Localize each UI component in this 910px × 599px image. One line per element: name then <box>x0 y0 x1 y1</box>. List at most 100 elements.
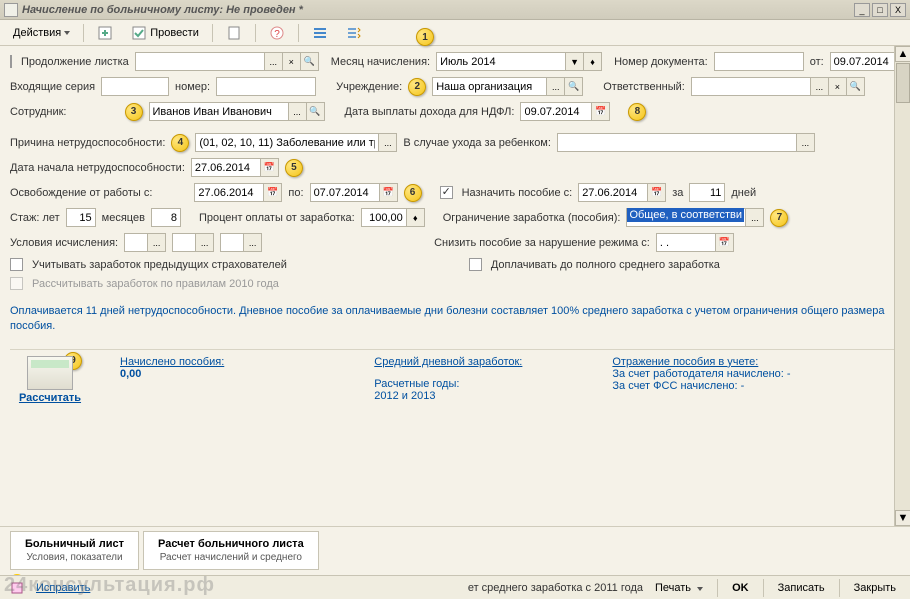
docdate-input[interactable] <box>830 52 898 71</box>
assign-for-label: за <box>672 187 683 199</box>
select-button[interactable]: ... <box>379 133 397 152</box>
spinner-button[interactable]: ♦ <box>584 52 602 71</box>
ndfl-date-input[interactable] <box>520 102 592 121</box>
continuation-input[interactable] <box>135 52 265 71</box>
separator <box>717 579 718 597</box>
search-button[interactable]: 🔍 <box>301 52 319 71</box>
release-to-input[interactable] <box>310 183 380 202</box>
select-button[interactable]: ... <box>547 77 565 96</box>
responsible-input[interactable] <box>691 77 811 96</box>
select-button[interactable]: ... <box>811 77 829 96</box>
select-button[interactable]: ... <box>148 233 166 252</box>
save-button[interactable]: Записать <box>774 580 829 596</box>
release-from-input[interactable] <box>194 183 264 202</box>
calc-years-label: Расчетные годы: <box>374 378 522 390</box>
statusbar: Исправить ет среднего заработка с 2011 г… <box>0 575 910 599</box>
calculate-button[interactable]: 9 Рассчитать <box>10 356 90 404</box>
childcare-input[interactable] <box>557 133 797 152</box>
info-text: Оплачивается 11 дней нетрудоспособности.… <box>10 304 900 335</box>
childcare-label: В случае ухода за ребенком: <box>403 137 551 149</box>
maximize-button[interactable]: □ <box>872 3 888 17</box>
plus-icon <box>97 25 113 41</box>
cause-input[interactable] <box>195 133 379 152</box>
window-title: Начисление по больничному листу: Не пров… <box>22 4 854 16</box>
summary-panel: 9 Рассчитать Начислено пособия: 0,00 Сре… <box>10 349 900 410</box>
fss-accrued: За счет ФСС начислено: - <box>612 380 790 392</box>
report-icon-button[interactable] <box>219 23 249 43</box>
calendar-button[interactable]: 📅 <box>716 233 734 252</box>
calendar-button[interactable]: 📅 <box>261 158 279 177</box>
disability-start-input[interactable] <box>191 158 261 177</box>
continuation-label: Продолжение листка <box>21 56 129 68</box>
select-button[interactable]: ... <box>244 233 262 252</box>
incoming-series-input[interactable] <box>101 77 169 96</box>
edit-button[interactable]: Исправить <box>32 580 94 596</box>
continuation-checkbox[interactable] <box>10 55 12 68</box>
incoming-num-input[interactable] <box>216 77 316 96</box>
spinner-button[interactable]: ♦ <box>407 208 425 227</box>
month-input[interactable] <box>436 52 566 71</box>
clear-button[interactable]: × <box>829 77 847 96</box>
org-input[interactable] <box>432 77 547 96</box>
print-button[interactable]: Печать <box>651 580 707 596</box>
report-icon <box>226 25 242 41</box>
clear-button[interactable]: × <box>283 52 301 71</box>
accrued-link[interactable]: Начислено пособия: <box>120 356 224 368</box>
tab-calculation[interactable]: Расчет больничного листа Расчет начислен… <box>143 531 319 570</box>
list-icon-button[interactable] <box>305 23 335 43</box>
docnum-input[interactable] <box>714 52 804 71</box>
actions-menu[interactable]: Действия <box>6 23 77 43</box>
select-button[interactable]: ... <box>797 133 815 152</box>
search-button[interactable]: 🔍 <box>847 77 865 96</box>
search-button[interactable]: 🔍 <box>565 77 583 96</box>
calendar-button[interactable]: 📅 <box>380 183 398 202</box>
chevron-down-icon <box>64 31 70 35</box>
post-button[interactable]: Провести <box>124 23 206 43</box>
select-button[interactable]: ... <box>746 208 764 227</box>
employee-input[interactable] <box>149 102 289 121</box>
exp-years-input[interactable] <box>66 208 96 227</box>
search-button[interactable]: 🔍 <box>307 102 325 121</box>
exp-months-input[interactable] <box>151 208 181 227</box>
post-label: Провести <box>150 27 199 39</box>
calendar-button[interactable]: 📅 <box>592 102 610 121</box>
minimize-button[interactable]: _ <box>854 3 870 17</box>
close-button[interactable]: Закрыть <box>850 580 900 596</box>
new-icon-button[interactable] <box>90 23 120 43</box>
select-button[interactable]: ... <box>289 102 307 121</box>
assign-days-unit: дней <box>731 187 756 199</box>
rules2010-checkbox <box>10 277 23 290</box>
dropdown-button[interactable]: ▼ <box>566 52 584 71</box>
calendar-button[interactable]: 📅 <box>648 183 666 202</box>
assign-benefit-checkbox[interactable] <box>440 186 453 199</box>
ok-button[interactable]: OK <box>728 580 753 596</box>
avg-daily-link[interactable]: Средний дневной заработок: <box>374 356 522 368</box>
calc-terms-3-input[interactable] <box>220 233 244 252</box>
scroll-down-button[interactable]: ▼ <box>895 510 910 526</box>
select-button[interactable]: ... <box>265 52 283 71</box>
scroll-up-button[interactable]: ▲ <box>895 46 910 62</box>
help-icon-button[interactable]: ? <box>262 23 292 43</box>
select-button[interactable]: ... <box>196 233 214 252</box>
close-button[interactable]: X <box>890 3 906 17</box>
reduce-date-input[interactable] <box>656 233 716 252</box>
prev-insurers-label: Учитывать заработок предыдущих страховат… <box>32 259 287 271</box>
assign-benefit-date-input[interactable] <box>578 183 648 202</box>
percent-input[interactable] <box>361 208 407 227</box>
supplement-checkbox[interactable] <box>469 258 482 271</box>
assign-days-input[interactable] <box>689 183 725 202</box>
supplement-label: Доплачивать до полного среднего заработк… <box>491 259 720 271</box>
reflection-link[interactable]: Отражение пособия в учете: <box>612 356 790 368</box>
scrollbar-thumb[interactable] <box>896 63 910 103</box>
actions-label: Действия <box>13 27 61 39</box>
post-icon <box>131 25 147 41</box>
prev-insurers-checkbox[interactable] <box>10 258 23 271</box>
tab-sick-leave[interactable]: Больничный лист Условия, показатели <box>10 531 139 570</box>
settings-icon-button[interactable] <box>339 23 369 43</box>
calc-terms-2-input[interactable] <box>172 233 196 252</box>
vertical-scrollbar[interactable]: ▲ ▼ <box>894 46 910 526</box>
limit-input[interactable]: Общее, в соответстви <box>626 208 746 227</box>
calendar-button[interactable]: 📅 <box>264 183 282 202</box>
calc-terms-1-input[interactable] <box>124 233 148 252</box>
limit-label: Ограничение заработка (пособия): <box>443 212 621 224</box>
